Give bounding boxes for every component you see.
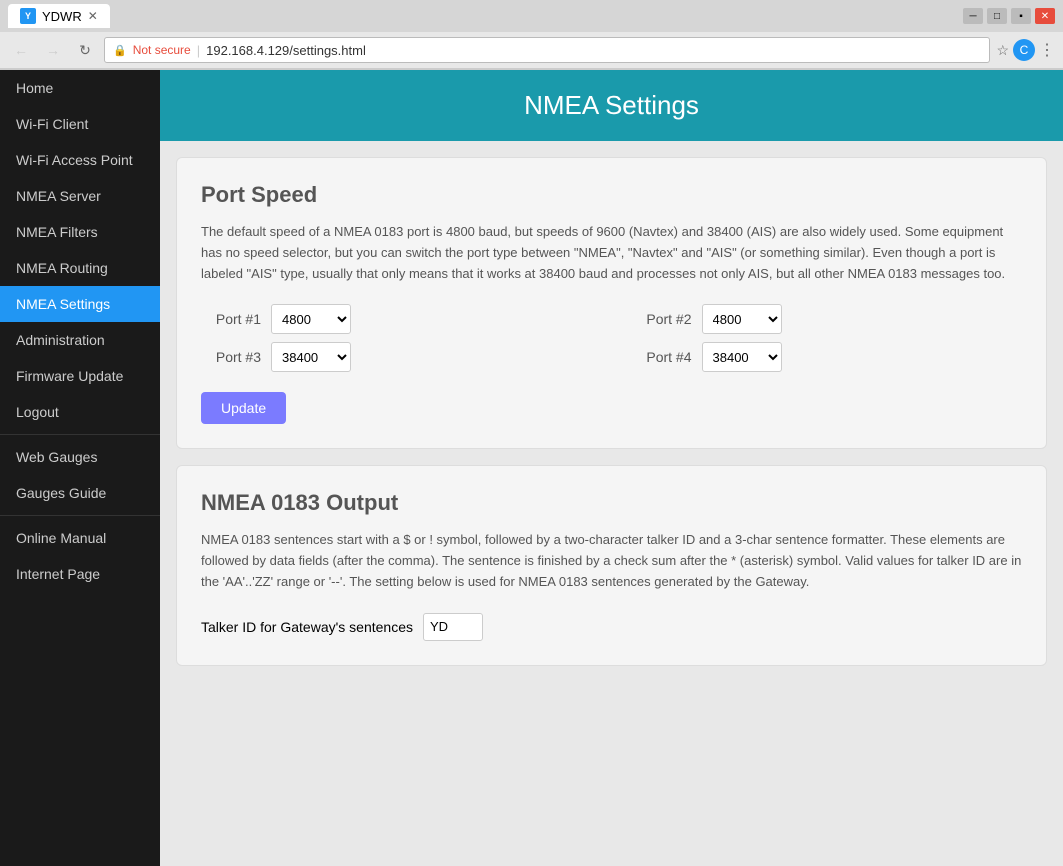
talker-row: Talker ID for Gateway's sentences [201, 613, 1022, 641]
title-bar: Y YDWR ✕ ─ □ ▪ ✕ [0, 0, 1063, 32]
browser-tab[interactable]: Y YDWR ✕ [8, 4, 110, 28]
browser-chrome: Y YDWR ✕ ─ □ ▪ ✕ ← → ↻ 🔒 Not secure | 19… [0, 0, 1063, 70]
port4-item: Port #4 4800 9600 38400 [632, 342, 1023, 372]
url-actions: ☆ C ⋮ [996, 39, 1055, 61]
nmea-output-title: NMEA 0183 Output [201, 490, 1022, 516]
main-content: NMEA Settings Port Speed The default spe… [160, 70, 1063, 866]
port4-select[interactable]: 4800 9600 38400 [702, 342, 782, 372]
sidebar-item-home[interactable]: Home [0, 70, 160, 106]
nmea-output-description: NMEA 0183 sentences start with a $ or ! … [201, 530, 1022, 592]
url-bar[interactable]: 🔒 Not secure | 192.168.4.129/settings.ht… [104, 37, 990, 63]
page-container: Home Wi-Fi Client Wi-Fi Access Point NME… [0, 70, 1063, 866]
port-speed-section: Port Speed The default speed of a NMEA 0… [176, 157, 1047, 449]
bookmark-button[interactable]: ☆ [996, 42, 1009, 59]
address-bar: ← → ↻ 🔒 Not secure | 192.168.4.129/setti… [0, 32, 1063, 69]
menu-button[interactable]: ⋮ [1039, 40, 1055, 60]
lock-icon: 🔒 [113, 44, 127, 57]
port-speed-title: Port Speed [201, 182, 1022, 208]
close-button[interactable]: ✕ [1035, 8, 1055, 24]
page-title: NMEA Settings [180, 90, 1043, 121]
sidebar-item-nmea-server[interactable]: NMEA Server [0, 178, 160, 214]
sidebar-item-nmea-routing[interactable]: NMEA Routing [0, 250, 160, 286]
port2-select[interactable]: 4800 9600 38400 [702, 304, 782, 334]
sidebar-item-online-manual[interactable]: Online Manual [0, 520, 160, 556]
sidebar-item-internet-page[interactable]: Internet Page [0, 556, 160, 592]
port-speed-description: The default speed of a NMEA 0183 port is… [201, 222, 1022, 284]
forward-button[interactable]: → [40, 37, 66, 63]
content-area: Port Speed The default speed of a NMEA 0… [160, 141, 1063, 698]
port3-item: Port #3 4800 9600 38400 [201, 342, 592, 372]
minimize-button[interactable]: ─ [963, 8, 983, 24]
sidebar-item-nmea-filters[interactable]: NMEA Filters [0, 214, 160, 250]
port3-select[interactable]: 4800 9600 38400 [271, 342, 351, 372]
port1-item: Port #1 4800 9600 38400 [201, 304, 592, 334]
sidebar-item-gauges-guide[interactable]: Gauges Guide [0, 475, 160, 511]
sidebar-divider [0, 434, 160, 435]
sidebar-item-nmea-settings[interactable]: NMEA Settings [0, 286, 160, 322]
talker-label: Talker ID for Gateway's sentences [201, 619, 413, 635]
back-button[interactable]: ← [8, 37, 34, 63]
url-divider: | [197, 43, 200, 58]
restore-button[interactable]: □ [987, 8, 1007, 24]
port2-item: Port #2 4800 9600 38400 [632, 304, 1023, 334]
port2-label: Port #2 [632, 311, 692, 327]
tab-title: YDWR [42, 9, 82, 24]
sidebar: Home Wi-Fi Client Wi-Fi Access Point NME… [0, 70, 160, 866]
window-controls: ─ □ ▪ ✕ [963, 8, 1055, 24]
port3-label: Port #3 [201, 349, 261, 365]
talker-id-input[interactable] [423, 613, 483, 641]
sidebar-item-web-gauges[interactable]: Web Gauges [0, 439, 160, 475]
refresh-button[interactable]: ↻ [72, 37, 98, 63]
tab-close-button[interactable]: ✕ [88, 9, 98, 23]
sidebar-item-administration[interactable]: Administration [0, 322, 160, 358]
port4-label: Port #4 [632, 349, 692, 365]
nmea-output-section: NMEA 0183 Output NMEA 0183 sentences sta… [176, 465, 1047, 665]
sidebar-item-logout[interactable]: Logout [0, 394, 160, 430]
tab-favicon: Y [20, 8, 36, 24]
port1-select[interactable]: 4800 9600 38400 [271, 304, 351, 334]
update-button[interactable]: Update [201, 392, 286, 424]
url-text: 192.168.4.129/settings.html [206, 43, 366, 58]
maximize-button[interactable]: ▪ [1011, 8, 1031, 24]
sidebar-item-wifi-ap[interactable]: Wi-Fi Access Point [0, 142, 160, 178]
sidebar-item-firmware-update[interactable]: Firmware Update [0, 358, 160, 394]
page-header: NMEA Settings [160, 70, 1063, 141]
ports-grid: Port #1 4800 9600 38400 Port #2 4800 960… [201, 304, 1022, 372]
sidebar-item-wifi-client[interactable]: Wi-Fi Client [0, 106, 160, 142]
port1-label: Port #1 [201, 311, 261, 327]
extension-button[interactable]: C [1013, 39, 1035, 61]
sidebar-divider-2 [0, 515, 160, 516]
security-label: Not secure [133, 43, 191, 57]
